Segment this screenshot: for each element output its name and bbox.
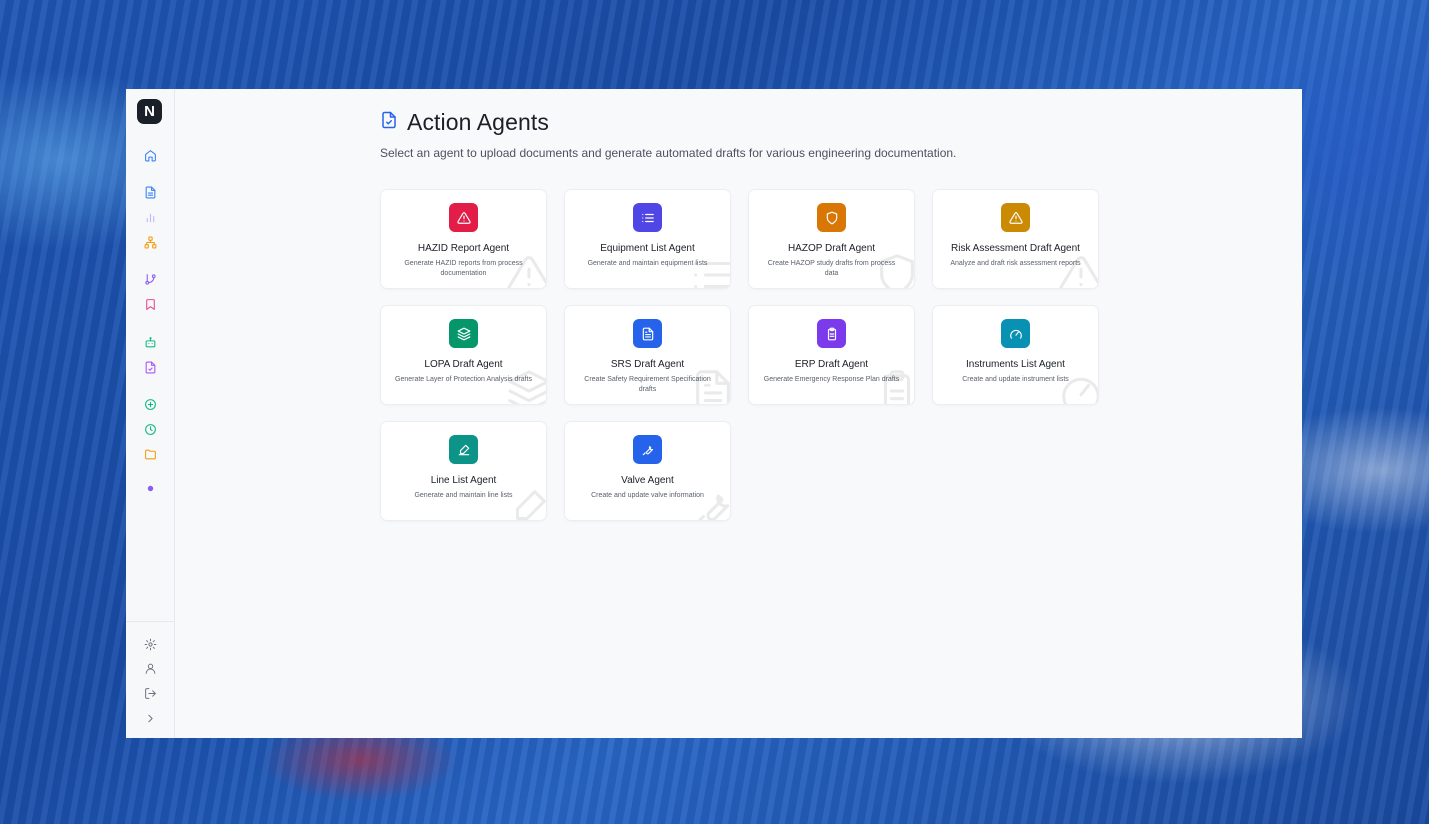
shield-icon [817,203,846,232]
sidebar: N [126,89,175,738]
warning-icon [1001,203,1030,232]
app-logo[interactable]: N [137,99,162,124]
doc-watermark-icon [690,368,730,404]
main-content: Action Agents Select an agent to upload … [175,89,1302,738]
user-icon[interactable] [143,661,157,675]
clipboard-icon [817,319,846,348]
agent-name: Instruments List Agent [966,359,1065,370]
agent-card[interactable]: ERP Draft Agent Generate Emergency Respon… [748,305,915,405]
agent-grid: HAZID Report Agent Generate HAZID reports… [380,189,1099,521]
layers-icon [449,319,478,348]
list-watermark-icon [690,252,730,288]
agent-name: Valve Agent [621,475,674,486]
file-check-icon[interactable] [143,360,157,374]
bar-chart-icon[interactable] [143,210,157,224]
agent-card[interactable]: SRS Draft Agent Create Safety Requirement… [564,305,731,405]
warning-watermark-icon [506,252,546,288]
network-icon[interactable] [143,235,157,249]
app-window: N Action Agents Select an agent to uploa… [126,89,1302,738]
agent-card[interactable]: HAZID Report Agent Generate HAZID reports… [380,189,547,289]
bot-icon[interactable] [143,335,157,349]
clipboard-watermark-icon [874,368,914,404]
page-subtitle: Select an agent to upload documents and … [380,146,957,160]
settings-icon[interactable] [143,637,157,651]
logout-icon[interactable] [143,686,157,700]
pen-icon [449,435,478,464]
agent-name: SRS Draft Agent [610,359,685,370]
pen-watermark-icon [506,484,546,520]
agent-card[interactable]: LOPA Draft Agent Generate Layer of Protec… [380,305,547,405]
home-icon[interactable] [143,148,157,162]
sidebar-divider [126,621,174,622]
document-icon[interactable] [143,185,157,199]
clock-icon[interactable] [143,422,157,436]
expand-chevron-icon[interactable] [143,711,157,725]
agent-name: LOPA Draft Agent [424,359,503,370]
page-title: Action Agents [407,109,549,135]
folder-icon[interactable] [143,447,157,461]
agent-name: HAZOP Draft Agent [787,243,876,254]
agent-card[interactable]: Equipment List Agent Generate and maintai… [564,189,731,289]
agent-name: Line List Agent [430,475,497,486]
wrench-icon [633,435,662,464]
gauge-watermark-icon [1058,368,1098,404]
layers-watermark-icon [506,368,546,404]
git-branch-icon[interactable] [143,272,157,286]
file-check-icon [380,111,398,134]
agent-name: ERP Draft Agent [794,359,869,370]
warning-icon [449,203,478,232]
bookmark-icon[interactable] [143,297,157,311]
page-header: Action Agents Select an agent to upload … [380,109,956,160]
warning-watermark-icon [1058,252,1098,288]
agent-card[interactable]: Instruments List Agent Create and update … [932,305,1099,405]
agent-card[interactable]: Risk Assessment Draft Agent Analyze and d… [932,189,1099,289]
agent-card[interactable]: Line List Agent Generate and maintain lin… [380,421,547,521]
list-icon [633,203,662,232]
agent-name: HAZID Report Agent [417,243,510,254]
doc-icon [633,319,662,348]
agent-card[interactable]: HAZOP Draft Agent Create HAZOP study draf… [748,189,915,289]
dot-icon[interactable] [143,481,157,495]
shield-watermark-icon [874,252,914,288]
agent-card[interactable]: Valve Agent Create and update valve infor… [564,421,731,521]
agent-name: Equipment List Agent [600,243,695,254]
wrench-watermark-icon [690,484,730,520]
plus-circle-icon[interactable] [143,397,157,411]
gauge-icon [1001,319,1030,348]
